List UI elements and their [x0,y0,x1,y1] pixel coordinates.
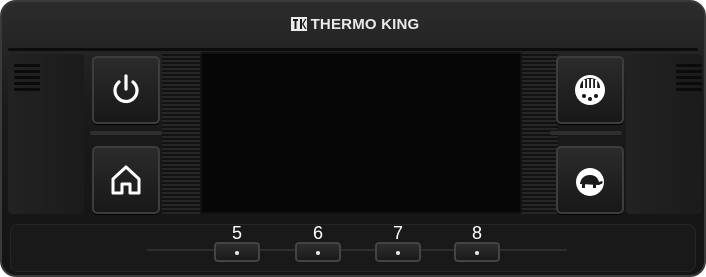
indicator-dot-icon [396,251,400,255]
hmi-controller: THERMO KING 1 2 3 [0,0,706,277]
left-ribbed-strip [162,54,200,214]
defrost-icon [575,75,605,105]
power-icon [113,74,139,104]
soft-key-7[interactable] [375,242,421,262]
home-icon [111,165,141,195]
turtle-mode-button[interactable] [556,146,624,214]
soft-key-6[interactable] [295,242,341,262]
indicator-dot-icon [475,251,479,255]
soft-key-7-number: 7 [392,223,403,243]
left-key-divider [90,131,162,135]
soft-key-8-number: 8 [471,223,482,243]
display-screen [200,52,522,214]
brand-name: THERMO KING [310,16,420,33]
indicator-dot-icon [316,251,320,255]
soft-key-5-number: 5 [231,223,242,243]
power-button[interactable] [92,56,160,124]
left-vent [14,64,40,94]
right-vent [676,64,702,94]
soft-key-5[interactable] [214,242,260,262]
soft-key-groove [147,249,567,251]
top-bezel-divider [8,48,698,51]
turtle-icon [576,168,604,196]
home-button[interactable] [92,146,160,214]
thermo-king-logo-icon [290,17,307,31]
soft-key-8[interactable] [454,242,500,262]
defrost-button[interactable] [556,56,624,124]
right-key-divider [550,131,622,135]
brand-header: THERMO KING [2,16,706,33]
soft-key-bar [10,224,696,272]
soft-key-6-number: 6 [312,223,323,243]
indicator-dot-icon [235,251,239,255]
